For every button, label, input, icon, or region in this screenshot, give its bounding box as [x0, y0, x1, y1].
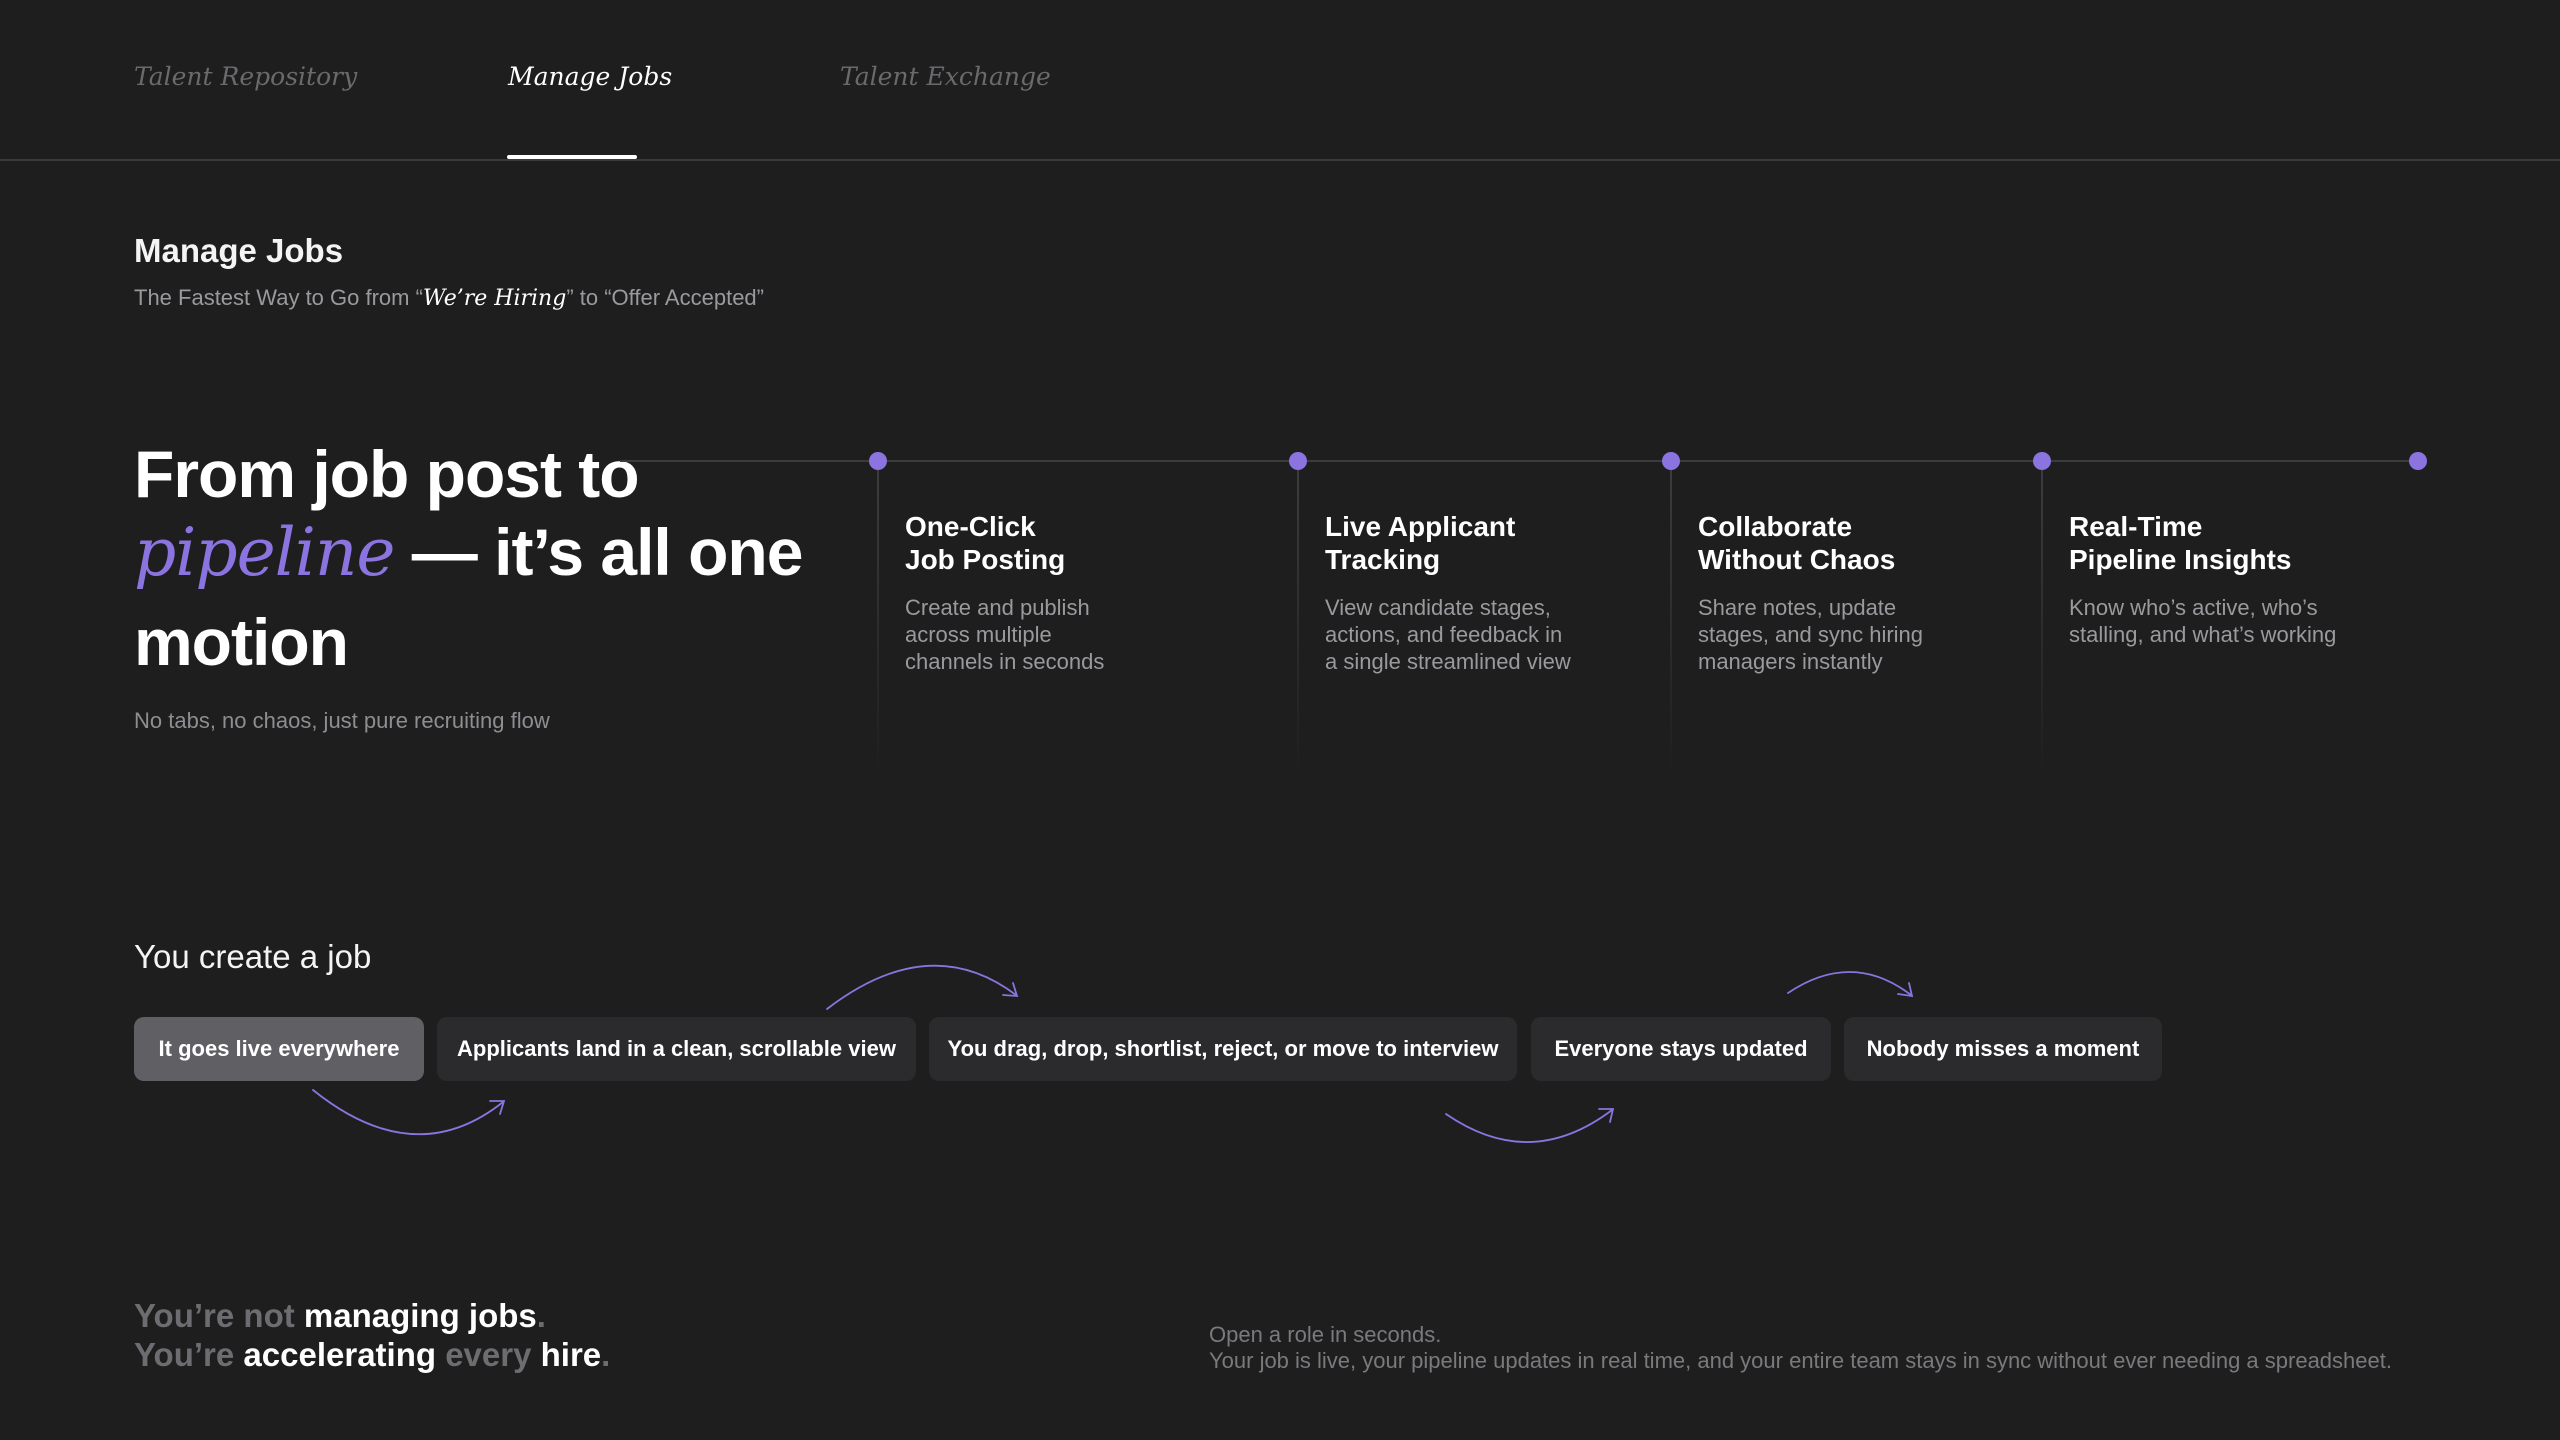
hero-accent-word: pipeline — [134, 514, 395, 591]
flow-title: You create a job — [134, 938, 372, 975]
tab-manage-jobs[interactable]: Manage Jobs — [508, 62, 672, 91]
feature-title: One-Click Job Posting — [905, 511, 1066, 575]
flow-step-applicants-land[interactable]: Applicants land in a clean, scrollable v… — [437, 1017, 916, 1081]
footer-text-2: Your job is live, your pipeline updates … — [1209, 1348, 2392, 1373]
feature-collaborate: Collaborate Without Chaos Share notes, u… — [1698, 510, 2078, 675]
timeline-divider — [877, 470, 879, 780]
hero-line-1: From job post to — [134, 437, 640, 511]
feature-pipeline-insights: Real-Time Pipeline Insights Know who’s a… — [2069, 510, 2449, 648]
flow-step-everyone-updated[interactable]: Everyone stays updated — [1531, 1017, 1831, 1081]
timeline-line — [620, 460, 2420, 462]
feature-live-tracking: Live Applicant Tracking View candidate s… — [1325, 510, 1705, 675]
active-tab-indicator — [507, 155, 637, 159]
arrow-head — [489, 1100, 506, 1115]
timeline-dot — [1662, 452, 1680, 470]
feature-title: Live Applicant Tracking — [1325, 511, 1516, 575]
timeline-dot — [2409, 452, 2427, 470]
timeline-dot — [1289, 452, 1307, 470]
hero-line-2: pipeline — it’s all one — [134, 514, 804, 591]
tagline-part: You’re not — [134, 1297, 304, 1334]
tab-talent-exchange[interactable]: Talent Exchange — [840, 62, 1051, 91]
timeline-dot — [2033, 452, 2051, 470]
feature-description: Create and publish across multiple chann… — [905, 595, 1105, 674]
tagline-part: hire — [540, 1336, 602, 1373]
tagline-part: managing jobs — [303, 1297, 537, 1334]
arrow-head — [1897, 982, 1914, 998]
feature-description: Share notes, update stages, and sync hir… — [1698, 595, 1924, 674]
arrow-connector — [1445, 1109, 1613, 1143]
feature-description: View candidate stages, actions, and feed… — [1325, 595, 1571, 674]
arrow-connector — [1787, 971, 1912, 996]
subtitle-pre: The Fastest Way to Go from “ — [134, 285, 423, 310]
tagline-part: . — [536, 1297, 546, 1334]
timeline-dot — [869, 452, 887, 470]
tagline-line-2: You’re accelerating every hire. — [134, 1336, 610, 1374]
footer-text-1: Open a role in seconds. — [1209, 1322, 1442, 1347]
tab-bar: Talent Repository Manage Jobs Talent Exc… — [0, 0, 2560, 161]
feature-title: Collaborate Without Chaos — [1698, 511, 1896, 575]
flow-step-nobody-misses[interactable]: Nobody misses a moment — [1844, 1017, 2162, 1081]
manage-jobs-page: Talent Repository Manage Jobs Talent Exc… — [0, 0, 2560, 1440]
arrow-connector — [312, 1089, 504, 1136]
flow-step-drag-drop[interactable]: You drag, drop, shortlist, reject, or mo… — [929, 1017, 1517, 1081]
arrow-head — [1598, 1108, 1615, 1123]
tagline-part: accelerating — [243, 1336, 437, 1373]
subtitle-post: ” to “Offer Accepted” — [566, 285, 764, 310]
arrow-connector — [826, 964, 1017, 1010]
feature-one-click-posting: One-Click Job Posting Create and publish… — [905, 510, 1285, 675]
tagline-part: You’re — [134, 1336, 244, 1373]
hero-line-3: motion — [134, 605, 349, 679]
tagline-part: . — [601, 1336, 611, 1373]
page-subtitle: The Fastest Way to Go from “We’re Hiring… — [134, 285, 764, 311]
subtitle-emphasis: We’re Hiring — [422, 286, 567, 311]
tab-talent-repository[interactable]: Talent Repository — [134, 62, 357, 91]
feature-title: Real-Time Pipeline Insights — [2069, 511, 2292, 575]
tagline-line-1: You’re not managing jobs. — [134, 1297, 546, 1335]
timeline-divider — [1297, 470, 1299, 780]
flow-step-goes-live[interactable]: It goes live everywhere — [134, 1017, 424, 1081]
tagline-part: every — [436, 1336, 541, 1373]
arrow-head — [1002, 982, 1019, 997]
feature-description: Know who’s active, who’s stalling, and w… — [2069, 595, 2337, 647]
page-title: Manage Jobs — [134, 232, 344, 269]
hero-subtitle: No tabs, no chaos, just pure recruiting … — [134, 708, 550, 733]
hero-line-2-rest: — it’s all one — [394, 515, 804, 589]
